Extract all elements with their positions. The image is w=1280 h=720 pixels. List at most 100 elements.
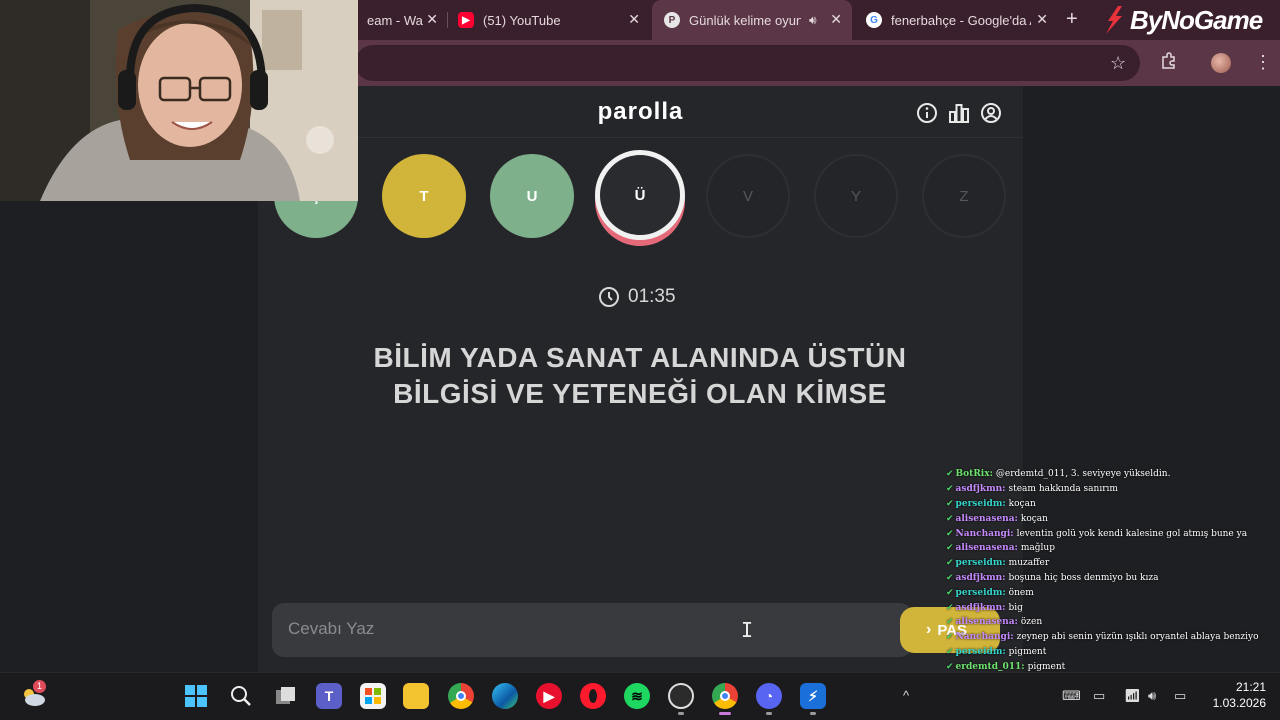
chat-username: alisenasena:	[955, 513, 1018, 524]
chat-badge-icon: ✔	[946, 617, 954, 628]
clock-time: 21:21	[1235, 680, 1266, 694]
chat-text: leventin golü yok kendi kalesine gol atm…	[1016, 528, 1248, 539]
chat-message: ✔ BotRix: @erdemtd_011, 3. seviyeye yüksel…	[946, 467, 1280, 482]
page-title: parolla	[597, 98, 684, 125]
keyboard-icon[interactable]: ⌨︎	[1062, 688, 1081, 704]
chat-text: önem	[1008, 587, 1034, 598]
youtube-music-icon[interactable]: ▶	[536, 683, 562, 709]
tab-gunluk-kelime-oyunu[interactable]: P Günlük kelime oyunu 🔊︎ ✕	[652, 0, 852, 40]
display-icon[interactable]: ▭	[1093, 688, 1105, 704]
chat-text: koçan	[1008, 498, 1036, 509]
chat-message: ✔ perseidm: koçan	[946, 497, 1280, 512]
chat-text: pigment	[1027, 661, 1066, 672]
taskbar-clock[interactable]: 21:21 1.03.2026	[1200, 679, 1276, 711]
opera-icon[interactable]	[580, 683, 606, 709]
chat-message: ✔ perseidm: muzaffer	[946, 556, 1280, 571]
question-text: BİLİM YADA SANAT ALANINDA ÜSTÜN BİLGİSİ …	[300, 340, 980, 412]
running-indicator	[810, 712, 816, 715]
profile-icon[interactable]	[1211, 53, 1231, 73]
question-line: BİLİM YADA SANAT ALANINDA ÜSTÜN	[373, 342, 907, 373]
close-tab-icon[interactable]: ✕	[426, 11, 438, 28]
text-cursor-icon: I	[741, 618, 754, 642]
chevron-right-icon: ›	[926, 621, 932, 638]
chat-message: ✔ asdfjkmn: big	[946, 600, 1280, 615]
chat-text: boşuna hiç boss denmiyo bu kıza	[1008, 572, 1159, 583]
google-favicon-icon: G	[866, 12, 882, 28]
letter-circle-current: Ü	[595, 150, 685, 240]
new-tab-button[interactable]: +	[1066, 8, 1078, 31]
menu-icon[interactable]: ⋮	[1254, 52, 1272, 73]
chat-username: BotRix:	[955, 469, 993, 480]
audio-playing-icon[interactable]: 🔊︎	[809, 13, 817, 28]
extensions-icon[interactable]	[1160, 52, 1178, 75]
chat-message: ✔ Nanchangi: zeynep abi senin yüzün ışıklı…	[946, 630, 1280, 645]
stats-icon[interactable]	[948, 102, 970, 124]
letter-circle-pending: V	[706, 154, 790, 238]
spotify-icon[interactable]: ≋	[624, 683, 650, 709]
chat-text: muzaffer	[1008, 558, 1050, 569]
search-icon[interactable]	[228, 683, 254, 709]
letter-circle-pending: Z	[922, 154, 1006, 238]
chat-username: asdfjkmn:	[955, 484, 1006, 495]
chat-text: @erdemtd_011, 3. seviyeye yükseldin.	[995, 469, 1171, 480]
parolla-favicon-icon: P	[664, 12, 680, 28]
notification-badge: 1	[33, 680, 46, 693]
obs-icon[interactable]	[668, 683, 694, 709]
close-tab-icon[interactable]: ✕	[830, 11, 842, 28]
tab-google-search[interactable]: G fenerbahçe - Google'da A ✕	[854, 0, 1058, 40]
discord-icon[interactable]: ◔	[756, 683, 782, 709]
chat-username: perseidm:	[955, 587, 1006, 598]
chat-text: big	[1008, 602, 1023, 613]
streamer-webcam-image	[0, 0, 358, 201]
close-tab-icon[interactable]: ✕	[628, 11, 640, 28]
account-icon[interactable]	[980, 102, 1002, 124]
teams-icon[interactable]: T	[316, 683, 342, 709]
chat-username: alisenasena:	[955, 617, 1018, 628]
wifi-icon[interactable]: 📶︎	[1124, 688, 1141, 704]
chat-message: ✔ alisenasena: koçan	[946, 511, 1280, 526]
clock-date: 1.03.2026	[1212, 696, 1266, 710]
battery-icon[interactable]: ▭	[1174, 688, 1186, 704]
address-bar[interactable]	[355, 45, 1140, 81]
chat-username: asdfjkmn:	[955, 572, 1006, 583]
star-icon[interactable]: ☆	[1110, 53, 1126, 74]
store-icon[interactable]	[360, 683, 386, 709]
chat-message: ✔ asdfjkmn: steam hakkında sanırım	[946, 482, 1280, 497]
tab-label: eam - Wa	[367, 12, 423, 28]
app-icon[interactable]: ⚡︎	[800, 683, 826, 709]
chat-message: ✔ alisenasena: özen	[946, 615, 1280, 630]
running-indicator	[678, 712, 684, 715]
webcam-overlay	[0, 0, 358, 201]
edge-icon[interactable]	[492, 683, 518, 709]
tab-youtube[interactable]: ▶ (51) YouTube ✕	[446, 0, 650, 40]
show-hidden-icons-icon[interactable]: ^	[903, 688, 909, 703]
chat-badge-icon: ✔	[946, 558, 954, 569]
file-explorer-icon[interactable]	[403, 683, 429, 709]
timer-value: 01:35	[628, 286, 676, 307]
chat-text: zeynep abi senin yüzün ışıklı oryantel a…	[1016, 632, 1259, 643]
chat-username: perseidm:	[955, 558, 1006, 569]
task-view-icon[interactable]	[273, 683, 299, 709]
answer-input[interactable]	[288, 619, 848, 639]
chat-username: perseidm:	[955, 498, 1006, 509]
tab-label: Günlük kelime oyunu	[689, 12, 801, 28]
chat-badge-icon: ✔	[946, 498, 954, 509]
volume-icon[interactable]: 🔊︎	[1148, 688, 1156, 704]
chrome-profile-icon[interactable]	[712, 683, 738, 709]
game-header: parolla	[258, 86, 1023, 138]
chrome-icon[interactable]	[448, 683, 474, 709]
tab-label: (51) YouTube	[483, 12, 561, 28]
close-tab-icon[interactable]: ✕	[1036, 11, 1048, 28]
chat-text: koçan	[1020, 513, 1048, 524]
chat-message: ✔ asdfjkmn: boşuna hiç boss denmiyo bu kız…	[946, 571, 1280, 586]
chat-text: özen	[1020, 617, 1043, 628]
chat-badge-icon: ✔	[946, 587, 954, 598]
chat-username: asdfjkmn:	[955, 602, 1006, 613]
answer-box	[272, 603, 912, 657]
start-icon[interactable]	[183, 683, 209, 709]
chat-message: ✔ perseidm: önem	[946, 585, 1280, 600]
chat-badge-icon: ✔	[946, 602, 954, 613]
chat-badge-icon: ✔	[946, 528, 954, 539]
info-icon[interactable]	[916, 102, 938, 124]
letter-circle-pending: Y	[814, 154, 898, 238]
